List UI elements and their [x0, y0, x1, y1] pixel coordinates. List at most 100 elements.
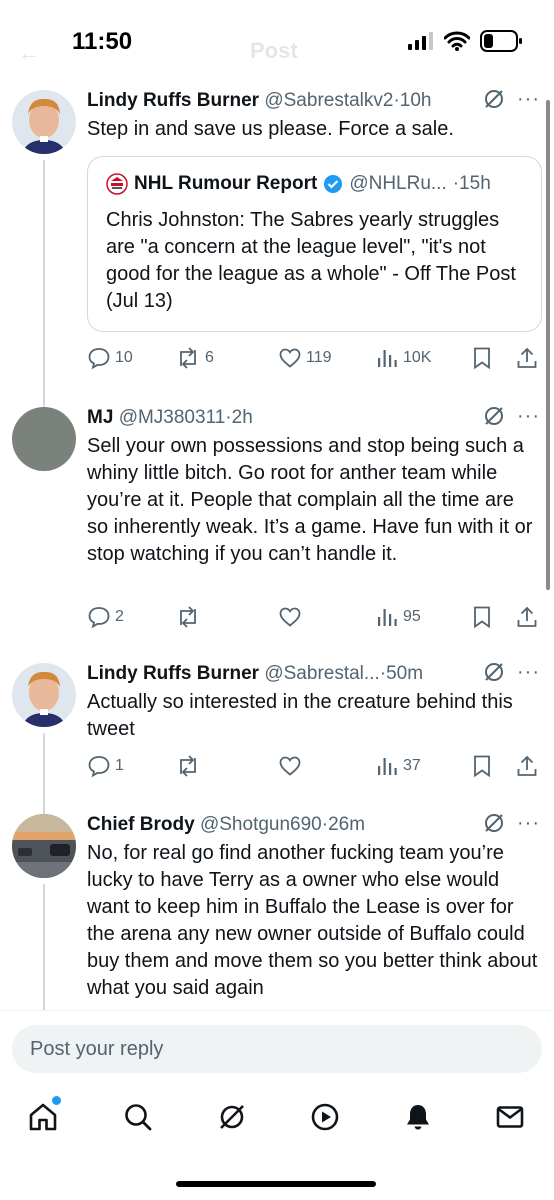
like-button[interactable] — [278, 602, 302, 632]
grok-icon[interactable] — [216, 1101, 248, 1133]
like-button[interactable] — [278, 751, 302, 781]
repost-button[interactable] — [175, 751, 201, 781]
bookmark-icon — [474, 606, 490, 629]
scrollbar[interactable] — [546, 100, 550, 590]
reply-count: 10 — [115, 349, 133, 366]
tweet-header: Lindy Ruffs Burner @Sabrestal...·50m ··· — [87, 661, 540, 687]
share-button[interactable] — [515, 751, 539, 781]
quoted-tweet-text: Chris Johnston: The Sabres yearly strugg… — [106, 209, 516, 312]
thread-line — [43, 884, 45, 1012]
tweet-body: Lindy Ruffs Burner @Sabrestalkv2·10h ···… — [87, 88, 540, 143]
reply-icon — [88, 756, 110, 778]
tweet-text: No, for real go find another fucking tea… — [87, 842, 538, 999]
tweet-text: Actually so interested in the creature b… — [87, 691, 513, 740]
tweet-body: Chief Brody @Shotgun690·26m ··· No, for … — [87, 812, 540, 1002]
like-icon — [279, 607, 301, 627]
reply-input[interactable]: Post your reply — [12, 1025, 542, 1073]
share-button[interactable] — [515, 343, 539, 373]
grok-icon[interactable] — [483, 405, 505, 427]
repost-icon — [180, 755, 196, 777]
avatar[interactable] — [12, 663, 76, 727]
notifications-icon[interactable] — [402, 1101, 434, 1133]
like-icon — [279, 756, 301, 776]
tweet-time: ·26m — [321, 814, 366, 835]
repost-count: 6 — [205, 349, 214, 366]
thread-line — [43, 733, 45, 815]
home-icon[interactable] — [27, 1101, 59, 1133]
quoted-author-name: NHL Rumour Report — [134, 173, 318, 194]
grok-icon[interactable] — [483, 812, 505, 834]
quoted-tweet-time: ·15h — [452, 173, 491, 194]
bookmark-button[interactable] — [471, 343, 493, 373]
bookmark-button[interactable] — [471, 751, 493, 781]
tweet-header: Chief Brody @Shotgun690·26m ··· — [87, 812, 540, 838]
repost-button[interactable]: 6 — [175, 343, 214, 373]
bookmark-icon — [474, 755, 490, 778]
tweet-header: Lindy Ruffs Burner @Sabrestalkv2·10h ··· — [87, 88, 540, 114]
more-options-icon[interactable]: ··· — [517, 89, 540, 109]
author-handle[interactable]: @Sabrestal... — [264, 663, 379, 684]
author-name[interactable]: Lindy Ruffs Burner — [87, 663, 259, 684]
like-button[interactable]: 119 — [278, 343, 332, 373]
messages-icon[interactable] — [494, 1101, 526, 1133]
views-button[interactable]: 10K — [375, 343, 431, 373]
views-icon — [378, 609, 397, 626]
signal-icon — [408, 32, 433, 50]
reply-icon — [88, 607, 110, 629]
author-name[interactable]: Chief Brody — [87, 814, 195, 835]
tweet-header: MJ @MJ380311·2h ··· — [87, 405, 540, 431]
share-button[interactable] — [515, 602, 539, 632]
more-options-icon[interactable]: ··· — [517, 662, 540, 682]
search-icon[interactable] — [122, 1101, 154, 1133]
tweet-text: Sell your own possessions and stop being… — [87, 435, 533, 565]
quoted-tweet[interactable]: NHL Rumour Report @NHLRu... ·15h Chris Jo… — [87, 156, 542, 332]
battery-icon — [480, 30, 522, 52]
tweet-body: MJ @MJ380311·2h ··· Sell your own posses… — [87, 405, 540, 568]
share-icon — [517, 755, 537, 776]
more-options-icon[interactable]: ··· — [517, 813, 540, 833]
reply-button[interactable]: 10 — [87, 343, 133, 373]
views-button[interactable]: 37 — [375, 751, 421, 781]
verified-badge-icon — [324, 175, 343, 193]
quoted-author-handle: @NHLRu... — [349, 173, 447, 194]
author-name[interactable]: Lindy Ruffs Burner — [87, 90, 259, 111]
tweet-time: ·2h — [225, 407, 253, 428]
back-arrow-icon[interactable]: ← — [18, 40, 40, 66]
views-button[interactable]: 95 — [375, 602, 421, 632]
avatar[interactable] — [12, 90, 76, 154]
like-icon — [279, 348, 301, 368]
quoted-tweet-header: NHL Rumour Report @NHLRu... ·15h — [106, 171, 525, 197]
video-icon[interactable] — [309, 1101, 341, 1133]
avatar[interactable] — [12, 407, 76, 471]
author-handle[interactable]: @Sabrestalkv2 — [264, 90, 393, 111]
grok-icon[interactable] — [483, 88, 505, 110]
tweet-actions: 10 6 119 10K — [87, 343, 542, 373]
more-options-icon[interactable]: ··· — [517, 406, 540, 426]
author-handle[interactable]: @Shotgun690 — [200, 814, 322, 835]
tweet-actions: 1 37 — [87, 751, 542, 781]
thread-line — [43, 160, 45, 408]
author-name[interactable]: MJ — [87, 407, 113, 428]
author-handle[interactable]: @MJ380311 — [119, 407, 226, 428]
reply-count: 1 — [115, 757, 124, 774]
tweet-text: Step in and save us please. Force a sale… — [87, 118, 454, 140]
grok-icon[interactable] — [483, 661, 505, 683]
tweet-time: ·10h — [393, 90, 432, 111]
share-icon — [517, 347, 537, 368]
notification-dot — [52, 1096, 61, 1105]
repost-button[interactable] — [175, 602, 201, 632]
bookmark-button[interactable] — [471, 602, 493, 632]
repost-icon — [180, 347, 196, 369]
share-icon — [517, 606, 537, 627]
repost-icon — [180, 606, 196, 628]
tweet-actions: 2 95 — [87, 602, 542, 632]
views-count: 37 — [403, 757, 421, 774]
page-title: Post — [250, 38, 298, 63]
avatar[interactable] — [12, 814, 76, 878]
reply-button[interactable]: 1 — [87, 751, 124, 781]
quote-avatar-icon — [106, 173, 128, 195]
wifi-icon — [444, 31, 470, 51]
header-icons: ··· — [477, 405, 540, 427]
reply-button[interactable]: 2 — [87, 602, 124, 632]
status-time: 11:50 — [72, 28, 133, 55]
